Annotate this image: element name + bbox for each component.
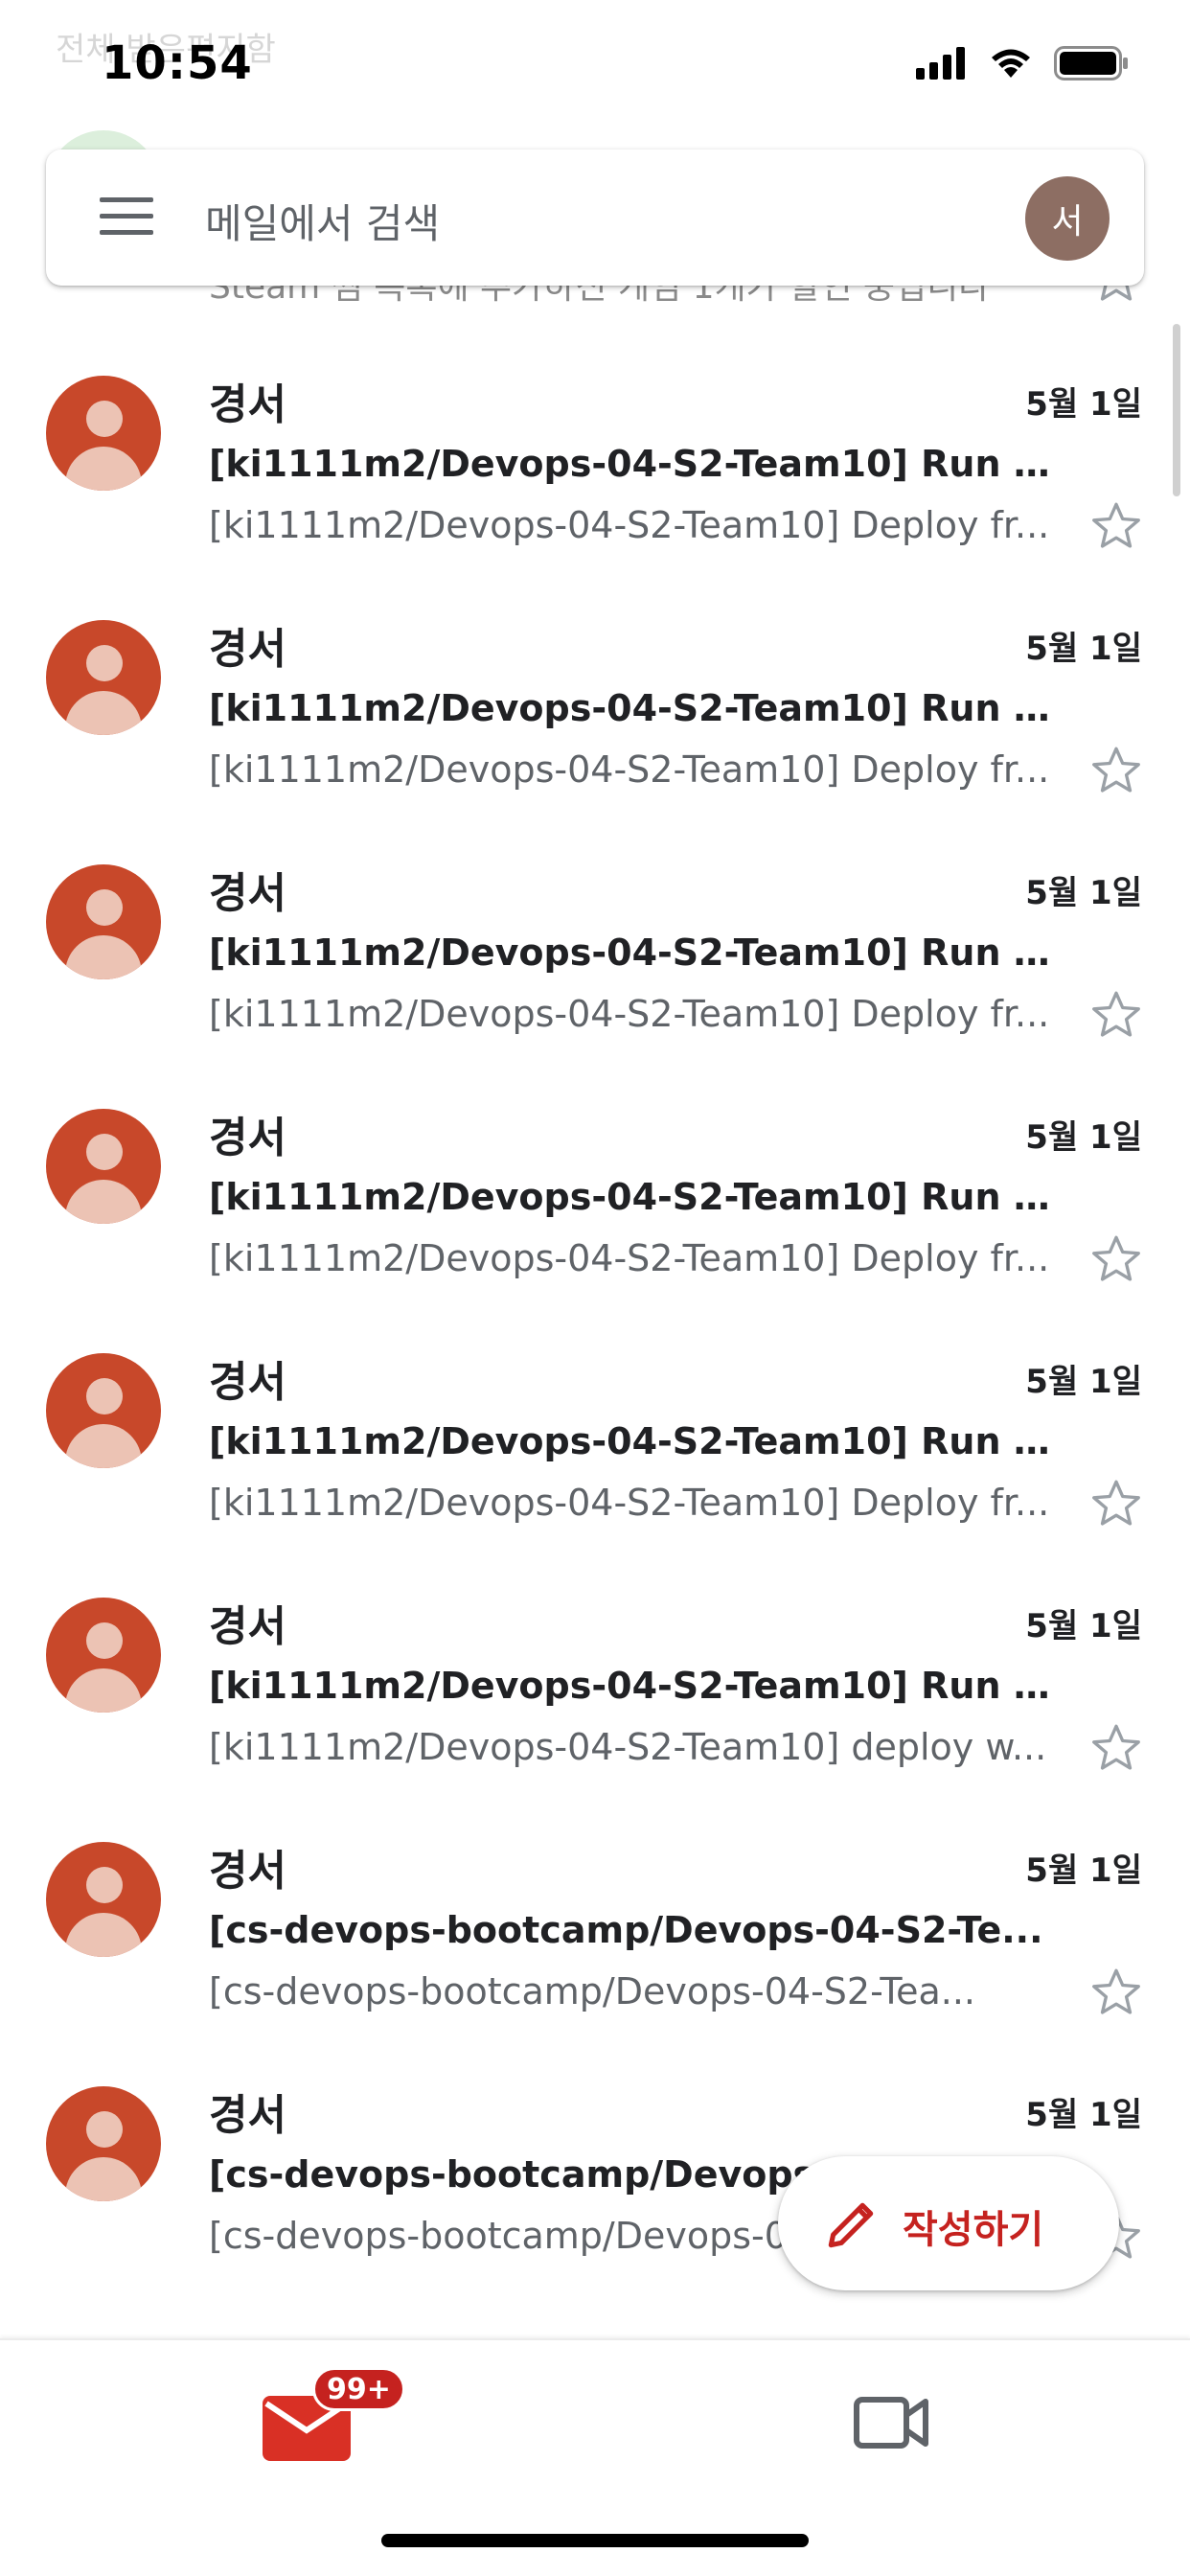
email-date: 5월 1일	[1025, 1363, 1142, 1401]
star-outline-icon[interactable]	[1087, 741, 1146, 800]
sender-avatar[interactable]	[46, 864, 161, 979]
sender-avatar[interactable]	[46, 1353, 161, 1468]
email-date: 5월 1일	[1025, 1607, 1142, 1645]
email-row[interactable]: 경서 5월 1일 [ki1111m2/Devops-04-S2-Team10] …	[0, 1586, 1190, 1830]
wifi-icon	[992, 49, 1030, 78]
email-row[interactable]: 경서 5월 1일 [cs-devops-bootcamp/Devops-04-S…	[0, 1830, 1190, 2075]
star-outline-icon[interactable]	[1087, 1230, 1146, 1289]
email-snippet: [ki1111m2/Devops-04-S2-Team10] Deploy fr…	[209, 1237, 1050, 1279]
star-outline-icon[interactable]	[1087, 985, 1146, 1045]
email-subject: [ki1111m2/Devops-04-S2-Team10] Run f...	[209, 1176, 1052, 1218]
star-outline-icon[interactable]	[1087, 1963, 1146, 2022]
email-subject: [ki1111m2/Devops-04-S2-Team10] Run f...	[209, 1665, 1052, 1707]
email-date: 5월 1일	[1025, 874, 1142, 912]
status-icons	[916, 46, 1131, 80]
email-snippet: [ki1111m2/Devops-04-S2-Team10] Deploy fr…	[209, 748, 1050, 791]
email-date: 5월 1일	[1025, 1118, 1142, 1157]
sender-name: 경서	[209, 625, 286, 674]
sender-name: 경서	[209, 1847, 286, 1896]
star-outline-icon[interactable]	[1087, 1718, 1146, 1778]
email-subject: [ki1111m2/Devops-04-S2-Team10] Run f...	[209, 687, 1052, 729]
sender-avatar[interactable]	[46, 2086, 161, 2201]
email-date: 5월 1일	[1025, 1852, 1142, 1890]
search-input[interactable]: 메일에서 검색	[205, 192, 440, 250]
email-snippet: [ki1111m2/Devops-04-S2-Team10] Deploy fr…	[209, 993, 1050, 1035]
email-snippet: [ki1111m2/Devops-04-S2-Team10] deploy w.…	[209, 1726, 1047, 1768]
email-subject: [ki1111m2/Devops-04-S2-Team10] Run f...	[209, 1420, 1052, 1462]
cellular-signal-icon	[916, 47, 965, 80]
sender-avatar[interactable]	[46, 620, 161, 735]
email-row[interactable]: 경서 5월 1일 [ki1111m2/Devops-04-S2-Team10] …	[0, 1342, 1190, 1586]
email-date: 5월 1일	[1025, 385, 1142, 424]
sender-avatar[interactable]	[46, 1109, 161, 1224]
account-avatar[interactable]: 서	[1025, 176, 1110, 261]
email-snippet: [ki1111m2/Devops-04-S2-Team10] Deploy fr…	[209, 504, 1050, 546]
battery-icon	[1054, 46, 1128, 80]
email-snippet: [ki1111m2/Devops-04-S2-Team10] Deploy fr…	[209, 1482, 1050, 1524]
sender-name: 경서	[209, 869, 286, 918]
compose-label: 작성하기	[903, 2208, 1044, 2252]
sender-avatar[interactable]	[46, 376, 161, 491]
email-row[interactable]: 경서 5월 1일 [ki1111m2/Devops-04-S2-Team10] …	[0, 1097, 1190, 1342]
email-date: 5월 1일	[1025, 630, 1142, 668]
video-camera-icon[interactable]	[853, 2392, 929, 2453]
unread-count-badge: 99+	[312, 2367, 405, 2411]
email-snippet: [cs-devops-bootcamp/Devops-04-S2-Tea...	[209, 1970, 975, 2012]
compose-button[interactable]: 작성하기	[778, 2156, 1119, 2290]
star-outline-icon[interactable]	[1087, 1474, 1146, 1533]
star-outline-icon[interactable]	[1087, 496, 1146, 556]
sender-avatar[interactable]	[46, 1598, 161, 1713]
sender-name: 경서	[209, 2091, 286, 2140]
sender-name: 경서	[209, 1602, 286, 1651]
email-date: 5월 1일	[1025, 2096, 1142, 2134]
pencil-icon	[828, 2202, 874, 2248]
search-bar[interactable]: 메일에서 검색 서	[46, 150, 1144, 286]
status-bar: 전체 받은편지함 10:54	[0, 0, 1190, 134]
email-row[interactable]: 경서 5월 1일 [ki1111m2/Devops-04-S2-Team10] …	[0, 609, 1190, 853]
menu-icon[interactable]	[100, 197, 153, 236]
sender-name: 경서	[209, 380, 286, 429]
status-clock: 10:54	[102, 36, 253, 90]
sender-name: 경서	[209, 1358, 286, 1407]
sender-name: 경서	[209, 1114, 286, 1162]
email-subject: [ki1111m2/Devops-04-S2-Team10] Run f...	[209, 443, 1052, 485]
home-indicator[interactable]	[381, 2534, 809, 2547]
email-subject: [ki1111m2/Devops-04-S2-Team10] Run f...	[209, 932, 1052, 974]
email-row[interactable]: 경서 5월 1일 [ki1111m2/Devops-04-S2-Team10] …	[0, 364, 1190, 609]
email-row[interactable]: 경서 5월 1일 [ki1111m2/Devops-04-S2-Team10] …	[0, 853, 1190, 1097]
email-subject: [cs-devops-bootcamp/Devops-04-S2-Te...	[209, 1909, 1043, 1951]
sender-avatar[interactable]	[46, 1842, 161, 1957]
email-list: 경서 5월 1일 [ki1111m2/Devops-04-S2-Team10] …	[0, 364, 1190, 2319]
